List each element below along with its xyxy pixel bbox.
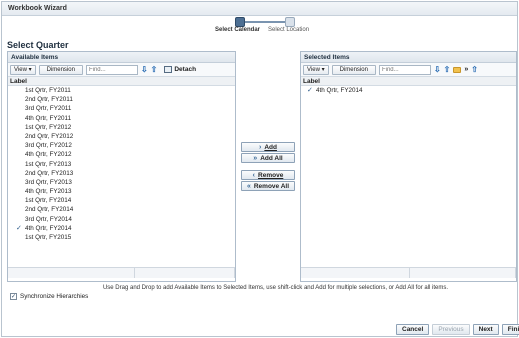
add-all-button[interactable]: » Add All <box>241 153 295 163</box>
list-item-label: 1st Qrtr, FY2011 <box>25 87 71 94</box>
remove-button[interactable]: ‹ Remove <box>241 170 295 180</box>
help-hint: Use Drag and Drop to add Available Items… <box>102 285 449 291</box>
train-label-current: Select Calendar <box>215 27 261 33</box>
selected-toolbar: View ▾ Dimension ⇩ ⇧ » ⇧ <box>301 63 516 77</box>
list-item-label: 2nd Qrtr, FY2011 <box>25 96 73 104</box>
train-connector <box>240 21 290 23</box>
list-item-label: 2nd Qrtr, FY2014 <box>25 206 74 214</box>
find-input[interactable] <box>85 64 138 75</box>
remove-all-button[interactable]: «Remove All <box>241 181 295 191</box>
page-title: Select Quarter <box>7 40 69 50</box>
wizard-footer-buttons: Cancel Previous Next Finish <box>396 324 519 335</box>
sync-label: Synchronize Hierarchies <box>20 293 89 300</box>
list-item-label: 3rd Qrtr, FY2013 <box>25 178 72 186</box>
arrow-up-icon[interactable]: ⇧ <box>444 65 451 74</box>
list-item[interactable]: 2nd Qrtr, FY2012 <box>8 132 235 141</box>
dimension-button[interactable]: Dimension <box>331 64 376 75</box>
workbook-wizard-dialog: Workbook Wizard Select Calendar Select L… <box>1 1 519 337</box>
add-all-arrow-icon: » <box>253 154 258 162</box>
available-panel-footer <box>8 268 235 278</box>
detach-label: Detach <box>174 66 197 73</box>
list-item-label: 4th Qrtr, FY2014 <box>25 224 72 232</box>
list-item[interactable]: 2nd Qrtr, FY2014 <box>8 205 235 214</box>
add-button[interactable]: › Add <box>241 142 295 152</box>
list-item[interactable]: 2nd Qrtr, FY2011 <box>8 95 235 104</box>
view-menu-button[interactable]: View ▾ <box>303 64 329 75</box>
list-item-label: 4th Qrtr, FY2013 <box>25 188 72 196</box>
available-items-header: Available Items <box>8 52 235 63</box>
selected-panel-footer <box>301 268 516 278</box>
remove-arrow-icon: ‹ <box>252 171 256 179</box>
wizard-train: Select Calendar Select Location <box>212 17 322 37</box>
list-item[interactable]: 4th Qrtr, FY2013 <box>8 187 235 196</box>
list-item-label: 3rd Qrtr, FY2014 <box>25 215 72 223</box>
arrow-up-icon[interactable]: ⇧ <box>151 65 158 74</box>
checkmark-icon: ✓ <box>307 87 313 94</box>
train-stop-next[interactable] <box>285 17 295 27</box>
folder-icon[interactable] <box>453 66 462 73</box>
list-item[interactable]: ✓ 4th Qrtr, FY2014 <box>8 224 235 233</box>
train-label-next[interactable]: Select Location <box>268 27 309 33</box>
column-header-label[interactable]: Label <box>301 77 516 86</box>
list-item-label: 4th Qrtr, FY2014 <box>316 87 363 94</box>
list-item[interactable]: 3rd Qrtr, FY2012 <box>8 141 235 150</box>
column-header-label[interactable]: Label <box>8 77 235 86</box>
available-items-panel: Available Items View ▾ Dimension ⇩ ⇧ Det… <box>7 51 236 282</box>
remove-all-label: Remove All <box>253 182 290 190</box>
checkmark-icon: ✓ <box>16 224 22 232</box>
available-items-list: 1st Qrtr, FY2011 2nd Qrtr, FY2011 3rd Qrtr… <box>8 86 235 268</box>
detach-button[interactable]: Detach <box>164 66 196 73</box>
dimension-button[interactable]: Dimension <box>38 64 83 75</box>
list-item[interactable]: 1st Qrtr, FY2012 <box>8 123 235 132</box>
synchronize-hierarchies-option[interactable]: ✓ Synchronize Hierarchies <box>10 293 88 300</box>
list-item[interactable]: 4th Qrtr, FY2011 <box>8 114 235 123</box>
list-item-label: 1st Qrtr, FY2015 <box>25 234 72 241</box>
list-item-label: 1st Qrtr, FY2012 <box>25 123 72 131</box>
train-stop-current <box>235 17 245 27</box>
list-item[interactable]: 3rd Qrtr, FY2011 <box>8 104 235 113</box>
list-item-label: 2nd Qrtr, FY2013 <box>25 169 74 177</box>
list-item[interactable]: 1st Qrtr, FY2011 <box>8 86 235 95</box>
sync-checkbox[interactable]: ✓ <box>10 293 17 300</box>
find-input[interactable] <box>378 64 431 75</box>
shuttle-buttons: › Add » Add All ‹ Remove «Remove All <box>241 142 295 192</box>
add-arrow-icon: › <box>259 143 262 151</box>
list-item[interactable]: ✓ 4th Qrtr, FY2014 <box>301 86 516 95</box>
list-item-label: 2nd Qrtr, FY2012 <box>25 132 74 140</box>
view-label: View <box>14 66 27 73</box>
add-label: Add <box>264 143 277 151</box>
detach-icon <box>164 66 173 73</box>
finish-button[interactable]: Finish <box>501 324 519 335</box>
list-item[interactable]: 1st Qrtr, FY2014 <box>8 196 235 205</box>
view-label: View <box>307 66 320 73</box>
arrow-up-top-icon[interactable]: ⇧ <box>471 65 478 74</box>
remove-all-arrow-icon: « <box>246 182 251 190</box>
next-button[interactable]: Next <box>472 324 499 335</box>
list-item-label: 1st Qrtr, FY2014 <box>25 197 72 205</box>
view-menu-button[interactable]: View ▾ <box>10 64 36 75</box>
list-item[interactable]: 2nd Qrtr, FY2013 <box>8 169 235 178</box>
selected-items-list: ✓ 4th Qrtr, FY2014 <box>301 86 516 268</box>
selected-items-panel: Selected Items View ▾ Dimension ⇩ ⇧ » ⇧ … <box>300 51 517 282</box>
arrow-down-icon[interactable]: ⇩ <box>141 65 148 74</box>
arrow-down-icon[interactable]: ⇩ <box>434 65 441 74</box>
available-toolbar: View ▾ Dimension ⇩ ⇧ Detach <box>8 63 235 77</box>
selected-items-header: Selected Items <box>301 52 516 63</box>
list-item-label: 4th Qrtr, FY2011 <box>25 114 72 122</box>
list-item-label: 4th Qrtr, FY2012 <box>25 151 72 159</box>
list-item[interactable]: 3rd Qrtr, FY2013 <box>8 178 235 187</box>
list-item-label: 1st Qrtr, FY2013 <box>25 160 72 168</box>
list-item[interactable]: 1st Qrtr, FY2013 <box>8 160 235 169</box>
cancel-button[interactable]: Cancel <box>396 324 430 335</box>
previous-button: Previous <box>432 324 470 335</box>
remove-label: Remove <box>258 171 284 179</box>
dialog-title: Workbook Wizard <box>2 2 517 16</box>
add-all-label: Add All <box>260 154 283 162</box>
list-item-label: 3rd Qrtr, FY2012 <box>25 142 72 150</box>
list-item[interactable]: 3rd Qrtr, FY2014 <box>8 215 235 224</box>
list-item[interactable]: 4th Qrtr, FY2012 <box>8 150 235 159</box>
list-item[interactable]: 1st Qrtr, FY2015 <box>8 233 235 242</box>
overflow-icon[interactable]: » <box>464 66 468 73</box>
list-item-label: 3rd Qrtr, FY2011 <box>25 105 72 113</box>
